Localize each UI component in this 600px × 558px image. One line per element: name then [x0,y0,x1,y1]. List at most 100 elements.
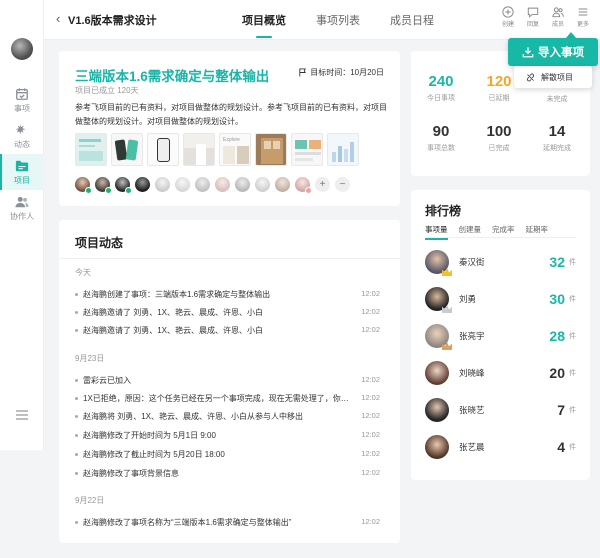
unit: 件 [569,444,576,451]
stat-label: 今日事项 [427,95,455,102]
more-label: 更多 [576,22,589,28]
create-button[interactable]: 创建 [499,6,517,28]
stat-label: 事项总数 [427,145,455,152]
member-avatar[interactable] [255,177,270,192]
avatar [425,361,449,385]
member-avatar[interactable] [295,177,312,194]
crown-icon [442,305,452,313]
activity-item: 赵海鹏将 刘勇、1X、艳云、晨成、许恩、小白从参与人中移出 12:02 [75,411,380,422]
member-avatar[interactable] [195,177,210,192]
attachment-thumbnail[interactable] [183,133,215,166]
member-avatar[interactable] [115,177,132,194]
member-avatar[interactable] [235,177,250,192]
member-name: 刘晓峰 [459,368,485,378]
leaderboard-title: 排行榜 [425,204,462,218]
sidebar-item-collaborators[interactable]: 协作人 [0,190,44,226]
attachment-thumbnail[interactable] [255,133,287,166]
attachment-thumbnail[interactable] [147,133,179,166]
member-name: 张晓艺 [459,405,485,415]
tab-member-schedule[interactable]: 成员日程 [390,12,434,38]
sidebar-item-tasks[interactable]: 事项 [0,82,44,118]
member-avatar[interactable] [75,177,92,194]
activity-time: 12:02 [361,468,380,477]
unit: 件 [569,333,576,340]
member-count: 30 [549,291,565,307]
avatar [425,250,452,276]
member-avatar[interactable] [275,177,290,192]
reply-button[interactable]: 回复 [524,6,542,28]
project-title: V1.6版本需求设计 [68,15,157,27]
attachment-thumbnail[interactable] [111,133,143,166]
sidebar-item-activity[interactable]: 动态 [0,118,44,154]
menu-icon [578,8,588,16]
member-count: 20 [549,365,565,381]
stat-completed[interactable]: 100 已完成 [469,123,529,153]
people-icon [552,7,564,18]
leaderboard-row[interactable]: 刘晓峰 20 件 [425,360,576,386]
activity-text: 赵海鹏创建了事项：三端版本1.6需求确定与整体输出 [83,290,271,299]
activity-date: 9月23日 [75,354,105,363]
tab-task-list[interactable]: 事项列表 [316,12,360,38]
import-tasks-button[interactable]: 导入事项 [508,38,598,66]
attachment-thumbnail[interactable] [327,133,359,166]
add-member-button[interactable]: + [315,177,330,192]
member-avatar[interactable] [135,177,150,192]
leaderboard-card: 排行榜 事项量 创建量 完成率 延期率 秦汉街 32 件 刘勇 30 件 张亮宇 2… [411,190,590,480]
leaderboard-row[interactable]: 秦汉街 32 件 [425,249,576,276]
sidebar-item-label: 动态 [14,139,30,149]
activity-item: 赵海鹏创建了事项：三端版本1.6需求确定与整体输出 12:02 [75,289,380,300]
activity-text: 赵海鹏邀请了 刘勇、1X、艳云、晨成、许恩、小白 [83,308,264,317]
stat-today[interactable]: 240 今日事项 [411,73,471,103]
more-button[interactable]: 更多 [574,6,592,28]
leaderboard-row[interactable]: 张艺晨 4件 [425,434,576,460]
member-avatars: + − [75,177,350,194]
leaderboard-row[interactable]: 张亮宇 28 件 [425,323,576,350]
activity-text: 赵海鹏修改了事项背景信息 [83,469,179,478]
activity-text: 赵海鹏修改了开始时间为 5月1日 9:00 [83,431,216,440]
member-avatar[interactable] [215,177,230,192]
user-avatar[interactable] [11,38,33,60]
attachment-thumbnails: Explore [75,133,359,166]
member-avatar[interactable] [175,177,190,192]
avatar [425,324,452,350]
attachment-thumbnail[interactable] [75,133,107,166]
member-name: 秦汉街 [459,257,485,267]
remove-member-button[interactable]: − [335,177,350,192]
check-badge-icon [105,187,112,194]
activity-text: 赵海鹏邀请了 刘勇、1X、艳云、晨成、许恩、小白 [83,326,264,335]
member-avatar[interactable] [95,177,112,194]
leaderboard-row[interactable]: 刘勇 30 件 [425,286,576,313]
sidebar-item-projects[interactable]: 项目 [0,154,44,190]
avatar [425,398,449,422]
activity-item: 赵海鹏邀请了 刘勇、1X、艳云、晨成、许恩、小白 12:02 [75,307,380,318]
member-name: 刘勇 [459,294,477,304]
members-label: 成员 [551,22,564,28]
tab-overview[interactable]: 项目概览 [242,12,286,38]
unit: 件 [569,259,576,266]
sidebar: 事项 动态 项目 协作人 [0,0,44,450]
activity-text: 雷彩云已加入 [83,376,131,385]
stat-late-completed[interactable]: 14 延期完成 [527,123,587,153]
attachment-thumbnail[interactable]: Explore [219,133,251,166]
members-button[interactable]: 成员 [549,6,567,28]
member-avatar[interactable] [155,177,170,192]
leaderboard-row[interactable]: 张晓艺 7件 [425,397,576,423]
menu-icon[interactable] [15,408,29,422]
chat-icon [527,7,539,18]
activity-time: 12:02 [361,517,380,526]
header-actions: 创建 回复 成员 更多 [499,6,592,28]
activity-date: 9月22日 [75,496,105,505]
import-tasks-label: 导入事项 [538,47,584,59]
back-button[interactable]: ‹ [56,11,60,26]
create-label: 创建 [501,22,514,28]
activity-time: 12:02 [361,449,380,458]
activity-item: 1X已拒绝，原因：这个任务已经在另一个事项完成，现在无需处理了，你可以看下 12:… [75,393,380,404]
attachment-thumbnail[interactable] [291,133,323,166]
activity-time: 12:02 [361,307,380,316]
activity-icon [15,123,26,134]
activity-time: 12:02 [361,411,380,420]
stat-total[interactable]: 90 事项总数 [411,123,471,153]
dismiss-project-item[interactable]: 解散项目 [514,66,592,88]
activity-time: 12:02 [361,325,380,334]
crown-icon [442,342,452,350]
